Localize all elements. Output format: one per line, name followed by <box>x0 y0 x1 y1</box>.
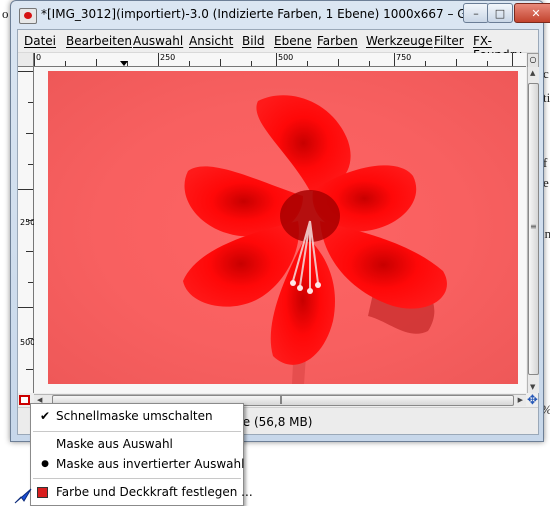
maximize-button[interactable]: □ <box>487 3 513 23</box>
menu-item-mask-from-inverted-selection[interactable]: ● Maske aus invertierter Auswahl <box>31 454 245 474</box>
ruler-corner[interactable] <box>18 53 34 67</box>
menu-farben[interactable]: Farben <box>317 34 358 48</box>
title-bar[interactable]: *[IMG_3012](importiert)-3.0 (Indizierte … <box>11 1 550 29</box>
menu-item-set-color-opacity[interactable]: Farbe und Deckkraft festlegen ... <box>31 482 253 502</box>
zoom-toggle-icon[interactable]: ○ <box>527 53 539 68</box>
menu-filter[interactable]: Filter <box>434 34 464 48</box>
scroll-right-icon[interactable]: ▶ <box>518 396 523 404</box>
minimize-button[interactable]: – <box>463 3 489 23</box>
quickmask-toggle-button[interactable] <box>19 395 30 405</box>
menu-item-toggle-quickmask[interactable]: ✔ Schnellmaske umschalten <box>31 406 243 426</box>
window-title: *[IMG_3012](importiert)-3.0 (Indizierte … <box>41 7 488 21</box>
menu-item-mask-from-selection[interactable]: Maske aus Auswahl <box>31 434 243 454</box>
vertical-scrollbar[interactable]: ▲ ≡ ▼ <box>527 67 539 393</box>
ruler-label: 250 <box>20 218 36 227</box>
close-button[interactable]: ✕ <box>514 3 550 23</box>
ruler-label: 750 <box>396 53 412 62</box>
background-glyph: ti <box>543 90 550 105</box>
horizontal-ruler[interactable]: 0 250 500 750 <box>34 53 526 67</box>
quickmask-context-menu: ✔ Schnellmaske umschalten Maske aus Ausw… <box>30 403 253 506</box>
flower-image[interactable] <box>48 71 518 384</box>
ruler-label: 250 <box>160 53 176 62</box>
menu-datei[interactable]: Datei <box>24 34 56 48</box>
ruler-label: 500 <box>278 53 294 62</box>
scroll-grip-icon: ‖ <box>279 395 283 404</box>
menu-bearbeiten[interactable]: Bearbeiten <box>66 34 132 48</box>
radio-dot-icon: ● <box>41 459 49 469</box>
color-swatch-icon <box>37 487 48 498</box>
scroll-up-icon[interactable]: ▲ <box>530 69 535 77</box>
vertical-ruler[interactable]: 250 500 <box>18 67 36 393</box>
menu-item-label: Maske aus Auswahl <box>56 437 173 451</box>
menu-ansicht[interactable]: Ansicht <box>189 34 233 48</box>
menu-auswahl[interactable]: Auswahl <box>133 34 183 48</box>
amaryllis-flower-picture <box>183 95 447 384</box>
image-canvas[interactable] <box>34 67 526 393</box>
menu-ebene[interactable]: Ebene <box>274 34 312 48</box>
menu-bar: Datei Bearbeiten Auswahl Ansicht Bild Eb… <box>18 30 538 62</box>
scroll-down-icon[interactable]: ▼ <box>530 383 535 391</box>
menu-separator <box>33 478 241 479</box>
ruler-pointer-marker <box>120 61 128 66</box>
menu-item-label: Maske aus invertierter Auswahl <box>56 457 245 471</box>
check-icon: ✔ <box>39 409 51 423</box>
background-glyph: o <box>2 6 9 21</box>
menu-item-label: Farbe und Deckkraft festlegen ... <box>56 485 253 499</box>
image-client-area: Datei Bearbeiten Auswahl Ansicht Bild Eb… <box>17 29 539 435</box>
menu-werkzeuge[interactable]: Werkzeuge <box>366 34 433 48</box>
navigate-icon[interactable]: ✥ <box>526 394 539 407</box>
gimp-app-icon[interactable] <box>19 8 37 24</box>
ruler-label: 500 <box>20 338 36 347</box>
menu-bild[interactable]: Bild <box>242 34 265 48</box>
menu-item-label: Schnellmaske umschalten <box>56 409 213 423</box>
gimp-image-window: *[IMG_3012](importiert)-3.0 (Indizierte … <box>10 0 550 442</box>
menu-separator <box>33 431 241 432</box>
mouse-cursor-icon <box>14 488 32 504</box>
ruler-label: 0 <box>36 53 42 62</box>
scroll-grip-icon: ≡ <box>530 222 537 231</box>
